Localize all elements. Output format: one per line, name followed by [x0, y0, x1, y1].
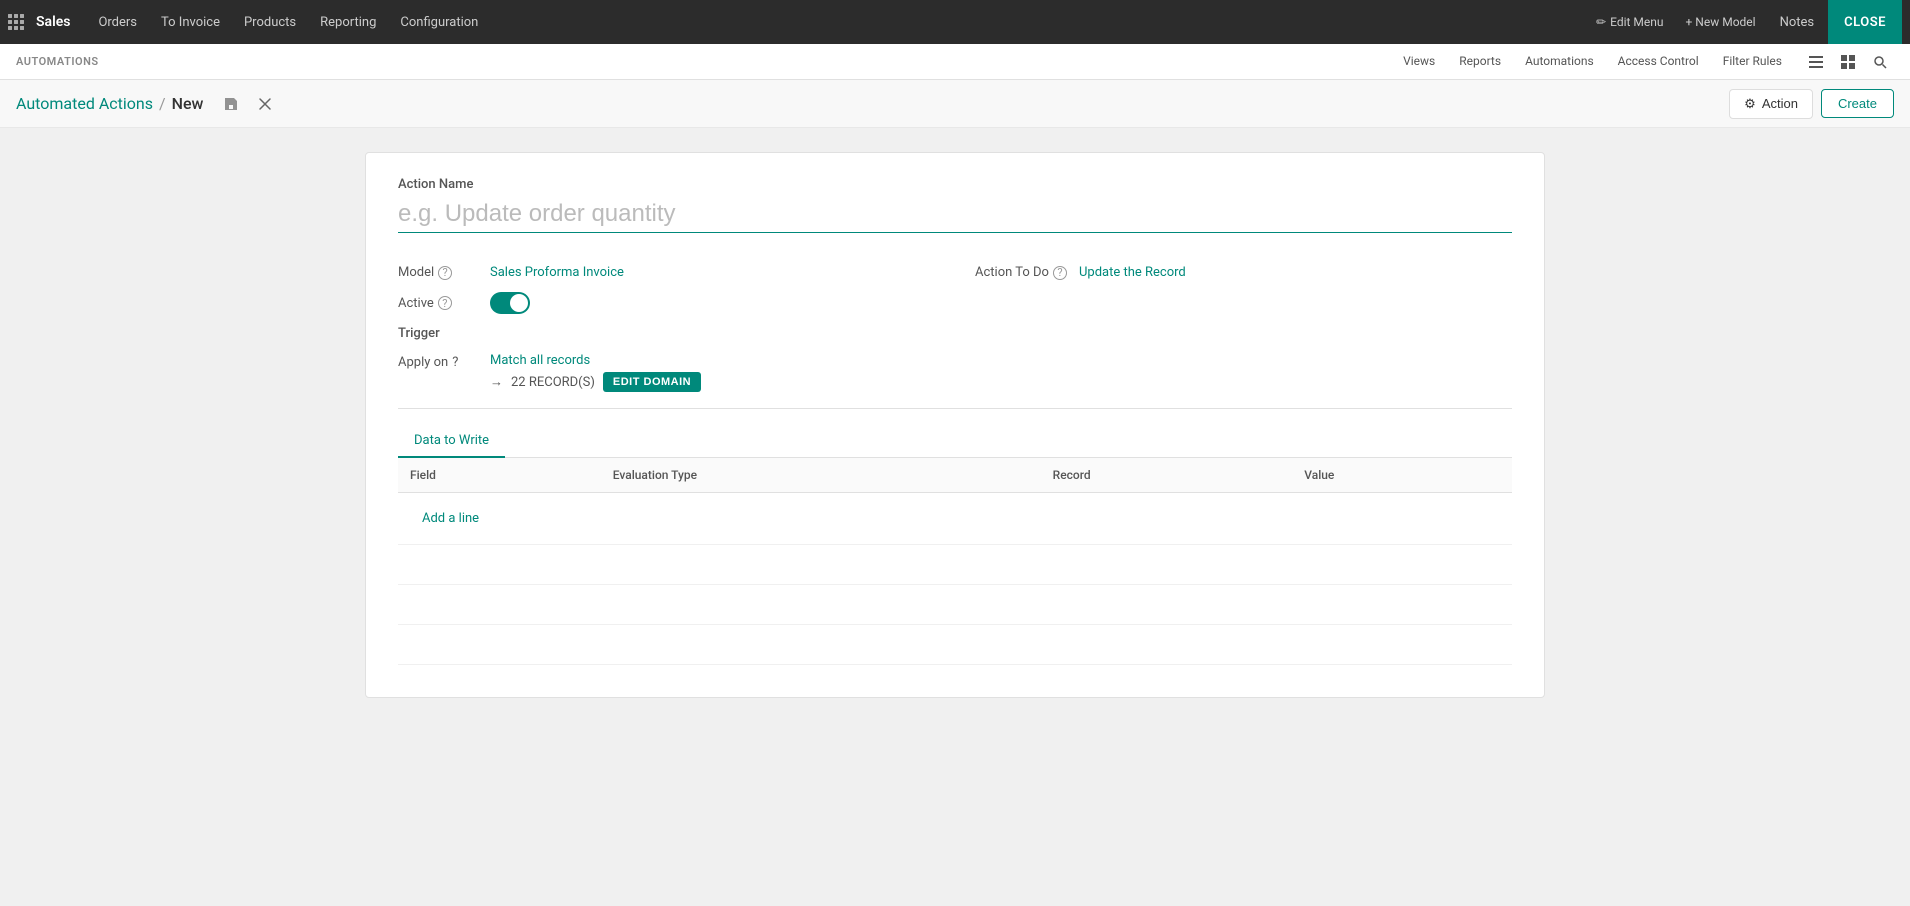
action-name-label: Action Name	[398, 177, 1512, 192]
main-content: Action Name Model ? Sales Proforma Invoi…	[0, 128, 1910, 906]
toolbar-right: ⚙ Action Create	[1729, 89, 1894, 119]
active-row: Active ?	[398, 292, 1512, 314]
discard-icon[interactable]	[251, 90, 279, 118]
secondary-nav: AUTOMATIONS Views Reports Automations Ac…	[0, 44, 1910, 80]
nav-reporting[interactable]: Reporting	[308, 0, 388, 44]
col-evaluation-type: Evaluation Type	[601, 458, 1041, 493]
edit-domain-button[interactable]: EDIT DOMAIN	[603, 372, 701, 392]
model-help-icon[interactable]: ?	[438, 266, 452, 280]
trigger-row: Trigger	[398, 326, 1512, 341]
match-all-link[interactable]: Match all records	[490, 353, 701, 368]
model-label: Model ?	[398, 265, 478, 280]
nav-products[interactable]: Products	[232, 0, 308, 44]
action-to-do-label: Action To Do ?	[975, 265, 1067, 280]
nav-link-filter-rules[interactable]: Filter Rules	[1711, 44, 1794, 80]
save-manually-icon[interactable]	[217, 90, 245, 118]
create-button[interactable]: Create	[1821, 89, 1894, 118]
apps-grid-icon[interactable]	[8, 14, 24, 30]
action-name-field: Action Name	[398, 177, 1512, 249]
nav-link-views[interactable]: Views	[1391, 44, 1447, 80]
records-count: 22 RECORD(S)	[511, 375, 595, 390]
breadcrumb: Automated Actions / New	[16, 90, 1729, 118]
active-field: Active ?	[398, 292, 1512, 314]
edit-menu-button[interactable]: ✏ Edit Menu	[1586, 11, 1673, 33]
empty-row-2	[398, 585, 1512, 625]
col-record: Record	[1041, 458, 1293, 493]
automations-label: AUTOMATIONS	[16, 55, 1391, 68]
nav-to-invoice[interactable]: To Invoice	[149, 0, 232, 44]
apply-on-row: Apply on ? Match all records → 22 RECORD…	[398, 353, 1512, 392]
active-help-icon[interactable]: ?	[438, 296, 452, 310]
nav-link-access-control[interactable]: Access Control	[1606, 44, 1711, 80]
breadcrumb-current: New	[172, 94, 204, 113]
model-value[interactable]: Sales Proforma Invoice	[490, 265, 624, 280]
section-divider	[398, 408, 1512, 409]
empty-row-3	[398, 625, 1512, 665]
model-action-row: Model ? Sales Proforma Invoice Action To…	[398, 265, 1512, 280]
list-view-icon[interactable]	[1802, 48, 1830, 76]
apply-on-help-icon[interactable]: ?	[452, 355, 458, 370]
action-to-do-field: Action To Do ? Update the Record	[975, 265, 1512, 280]
gear-icon: ⚙	[1744, 96, 1756, 112]
col-value: Value	[1292, 458, 1512, 493]
pencil-icon: ✏	[1596, 15, 1606, 29]
grid-view-icon[interactable]	[1834, 48, 1862, 76]
action-to-do-value[interactable]: Update the Record	[1079, 265, 1186, 280]
action-name-input[interactable]	[398, 196, 1512, 233]
close-button[interactable]: CLOSE	[1828, 0, 1902, 44]
action-button[interactable]: ⚙ Action	[1729, 89, 1813, 119]
breadcrumb-parent-link[interactable]: Automated Actions	[16, 94, 153, 113]
arrow-icon: →	[490, 374, 503, 390]
nav-orders[interactable]: Orders	[86, 0, 149, 44]
model-field: Model ? Sales Proforma Invoice	[398, 265, 935, 280]
action-to-do-help-icon[interactable]: ?	[1053, 266, 1067, 280]
nav-link-automations[interactable]: Automations	[1513, 44, 1606, 80]
add-line-row: Add a line	[398, 493, 1512, 545]
form-card: Action Name Model ? Sales Proforma Invoi…	[365, 152, 1545, 698]
breadcrumb-bar: Automated Actions / New ⚙ Action Create	[0, 80, 1910, 128]
apply-on-label: Apply on ?	[398, 353, 478, 370]
tab-bar: Data to Write	[398, 425, 1512, 458]
tab-data-to-write[interactable]: Data to Write	[398, 425, 505, 458]
active-toggle[interactable]	[490, 292, 530, 314]
apply-on-content: Match all records → 22 RECORD(S) EDIT DO…	[490, 353, 701, 392]
active-label: Active ?	[398, 296, 478, 311]
data-table: Field Evaluation Type Record Value Add a…	[398, 458, 1512, 665]
top-nav: Sales Orders To Invoice Products Reporti…	[0, 0, 1910, 44]
nav-link-reports[interactable]: Reports	[1447, 44, 1513, 80]
new-model-button[interactable]: + New Model	[1676, 11, 1766, 33]
notes-button[interactable]: Notes	[1768, 0, 1827, 44]
breadcrumb-separator: /	[159, 94, 166, 113]
nav-configuration[interactable]: Configuration	[388, 0, 490, 44]
search-icon[interactable]	[1866, 48, 1894, 76]
add-line-link[interactable]: Add a line	[410, 503, 491, 534]
col-field: Field	[398, 458, 601, 493]
trigger-label: Trigger	[398, 326, 478, 341]
brand-name[interactable]: Sales	[36, 14, 70, 30]
records-row: → 22 RECORD(S) EDIT DOMAIN	[490, 372, 701, 392]
empty-row-1	[398, 545, 1512, 585]
